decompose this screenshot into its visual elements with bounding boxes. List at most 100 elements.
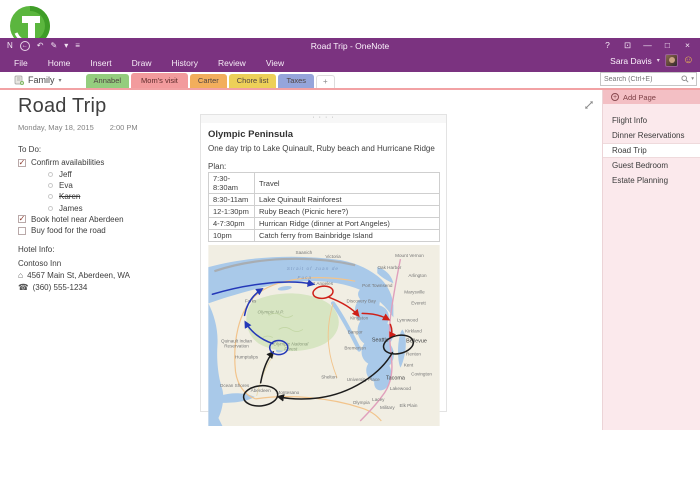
page-canvas[interactable]: Road Trip Monday, May 18, 2015 2:00 PM T… bbox=[0, 90, 602, 430]
ribbon-tab-history[interactable]: History bbox=[162, 56, 208, 70]
ribbon-tab-insert[interactable]: Insert bbox=[80, 56, 121, 70]
page-list-item-estate-planning[interactable]: Estate Planning bbox=[603, 173, 700, 188]
checkbox[interactable] bbox=[18, 227, 26, 235]
plan-time-cell[interactable]: 8:30-11am bbox=[209, 194, 255, 206]
page-title[interactable]: Road Trip bbox=[18, 95, 138, 118]
section-tab-mom-s-visit[interactable]: Mom's visit bbox=[131, 73, 188, 88]
send-a-smile-icon[interactable]: ☺ bbox=[683, 55, 694, 66]
page-list-item-guest-bedroom[interactable]: Guest Bedroom bbox=[603, 158, 700, 173]
note-container[interactable]: · · · · Olympic Peninsula One day trip t… bbox=[200, 114, 447, 412]
map-label-montesano: Montesano bbox=[276, 390, 299, 395]
todo-item[interactable]: ✓Confirm availabilities bbox=[18, 157, 124, 169]
section-nav-bar: Family ▾ AnnabelMom's visitCarterChore l… bbox=[0, 72, 700, 90]
maximize-button[interactable]: □ bbox=[659, 40, 676, 51]
qat-dropdown-icon[interactable]: ▾ bbox=[64, 41, 68, 51]
list-item[interactable]: Jeff bbox=[18, 169, 124, 180]
map-label-lynnwood: Lynnwood bbox=[397, 317, 418, 322]
ribbon-tab-home[interactable]: Home bbox=[38, 56, 81, 70]
plan-activity-cell[interactable]: Travel bbox=[255, 173, 440, 194]
plan-table[interactable]: 7:30-8:30amTravel8:30-11amLake Quinault … bbox=[208, 172, 440, 242]
new-section-button[interactable]: + bbox=[316, 75, 335, 88]
ink-arrow-red bbox=[390, 324, 392, 337]
note-title[interactable]: Olympic Peninsula bbox=[208, 129, 439, 140]
customize-qat-icon[interactable]: ≡ bbox=[75, 41, 80, 51]
notebook-dropdown[interactable]: Family ▾ bbox=[0, 75, 72, 88]
table-row: 4-7:30pmHurrican Ridge (dinner at Port A… bbox=[209, 218, 440, 230]
plan-time-cell[interactable]: 7:30-8:30am bbox=[209, 173, 255, 194]
section-tab-annabel[interactable]: Annabel bbox=[86, 74, 130, 88]
page-list-item-dinner-reservations[interactable]: Dinner Reservations bbox=[603, 128, 700, 143]
note-subtitle[interactable]: One day trip to Lake Quinault, Ruby beac… bbox=[208, 144, 439, 153]
todo-item[interactable]: Buy food for the road bbox=[18, 225, 124, 237]
ink-circle-black bbox=[243, 384, 279, 408]
close-button[interactable]: × bbox=[679, 40, 696, 51]
map-label-lacey: Lacey bbox=[372, 397, 385, 402]
list-item[interactable]: Karen bbox=[18, 191, 124, 202]
notebook-name: Family bbox=[28, 75, 55, 85]
ribbon-tab-view[interactable]: View bbox=[256, 56, 294, 70]
map-label-bremerton: Bremerton bbox=[344, 346, 366, 351]
hotel-phone[interactable]: (360) 555-1234 bbox=[33, 283, 88, 292]
page-list-item-road-trip[interactable]: Road Trip bbox=[603, 143, 700, 158]
undo-icon[interactable]: ↶ bbox=[37, 41, 44, 51]
map-label-marysville: Marysville bbox=[404, 289, 425, 294]
bullet-icon bbox=[48, 194, 53, 199]
map-label-forest: Forest bbox=[284, 347, 298, 352]
full-page-view-button[interactable] bbox=[584, 97, 594, 107]
add-page-button[interactable]: + Add Page bbox=[603, 90, 700, 104]
search-icon[interactable] bbox=[679, 75, 691, 83]
help-button[interactable]: ? bbox=[599, 40, 616, 51]
ink-arrow-blue bbox=[246, 322, 273, 343]
minimize-button[interactable]: — bbox=[639, 40, 656, 51]
plan-activity-cell[interactable]: Hurrican Ridge (dinner at Port Angeles) bbox=[255, 218, 440, 230]
touch-mode-icon[interactable]: ✎ bbox=[50, 41, 57, 51]
hotel-info-block[interactable]: Hotel Info: Contoso Inn ⌂ 4567 Main St, … bbox=[18, 245, 130, 293]
hotel-address[interactable]: 4567 Main St, Aberdeen, WA bbox=[27, 271, 130, 280]
map-label-aberdeen: Aberdeen bbox=[251, 388, 271, 393]
plan-activity-cell[interactable]: Ruby Beach (Picnic here?) bbox=[255, 206, 440, 218]
ribbon-tab-draw[interactable]: Draw bbox=[122, 56, 162, 70]
page-list-item-flight-info[interactable]: Flight Info bbox=[603, 113, 700, 128]
hotel-name[interactable]: Contoso Inn bbox=[18, 257, 130, 269]
section-tab-carter[interactable]: Carter bbox=[190, 74, 227, 88]
signed-in-user[interactable]: Sara Davis bbox=[610, 56, 652, 66]
onenote-icon[interactable]: N bbox=[7, 41, 13, 51]
list-item[interactable]: James bbox=[18, 202, 124, 213]
user-avatar[interactable] bbox=[665, 54, 678, 67]
map-label-olympia: Olympia bbox=[353, 400, 370, 405]
window-title: Road Trip - OneNote bbox=[0, 41, 700, 51]
plan-activity-cell[interactable]: Catch ferry from Bainbridge Island bbox=[255, 230, 440, 242]
ribbon-tab-review[interactable]: Review bbox=[208, 56, 256, 70]
ribbon-tab-bar: FileHomeInsertDrawHistoryReviewView bbox=[0, 56, 294, 70]
hotel-heading[interactable]: Hotel Info: bbox=[18, 245, 130, 254]
section-tab-chore-list[interactable]: Chore list bbox=[229, 74, 277, 88]
search-scope-dropdown-icon[interactable]: ▾ bbox=[691, 76, 696, 82]
user-dropdown-icon[interactable]: ▾ bbox=[657, 57, 660, 64]
plan-activity-cell[interactable]: Lake Quinault Rainforest bbox=[255, 194, 440, 206]
ink-arrow-red bbox=[329, 297, 358, 315]
todo-item[interactable]: ✓Book hotel near Aberdeen bbox=[18, 214, 124, 226]
checkbox[interactable]: ✓ bbox=[18, 215, 26, 223]
map-image[interactable]: SaanichVictoriaMount VernonOak HarborArl… bbox=[208, 245, 440, 426]
list-item[interactable]: Eva bbox=[18, 180, 124, 191]
checkbox[interactable]: ✓ bbox=[18, 159, 26, 167]
map-label-seattle: Seattle bbox=[372, 338, 389, 344]
map-coastline bbox=[214, 259, 355, 271]
plan-time-cell[interactable]: 12-1:30pm bbox=[209, 206, 255, 218]
ribbon-tab-file[interactable]: File bbox=[4, 56, 38, 70]
todo-block[interactable]: To Do: ✓Confirm availabilities JeffEvaKa… bbox=[18, 145, 124, 237]
table-row: 7:30-8:30amTravel bbox=[209, 173, 440, 194]
back-icon[interactable]: ← bbox=[20, 41, 30, 51]
note-container-handle[interactable]: · · · · bbox=[201, 115, 446, 123]
ribbon-display-options-button[interactable]: ⊡ bbox=[619, 40, 636, 51]
section-tab-taxes[interactable]: Taxes bbox=[278, 74, 314, 88]
map-label-arlington: Arlington bbox=[408, 273, 427, 278]
ink-arrow-red bbox=[362, 313, 388, 319]
todo-heading[interactable]: To Do: bbox=[18, 145, 124, 154]
search-input[interactable] bbox=[601, 76, 679, 83]
map-label-mount-vernon: Mount Vernon bbox=[395, 253, 424, 258]
plan-label[interactable]: Plan: bbox=[208, 162, 439, 171]
plan-time-cell[interactable]: 4-7:30pm bbox=[209, 218, 255, 230]
plan-time-cell[interactable]: 10pm bbox=[209, 230, 255, 242]
section-tabs: AnnabelMom's visitCarterChore listTaxes bbox=[86, 73, 315, 88]
